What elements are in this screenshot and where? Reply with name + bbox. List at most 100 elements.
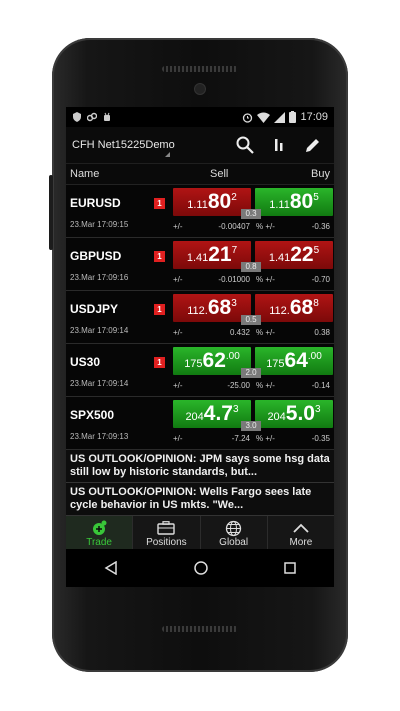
system-nav-bar [66,549,334,587]
sell-price-button[interactable]: 1.41 21 7 [173,241,251,269]
signal-icon [274,111,286,123]
app-screen: 17:09 CFH Net15225Demo Name Sell Buy EUR… [66,107,334,587]
pct-change-value: -0.70 [311,275,330,284]
buy-price-button[interactable]: 1.11 80 5 [255,188,333,216]
price-prefix: 1.11 [187,199,208,211]
sell-price-button[interactable]: 204 4.7 3 [173,400,251,428]
column-sell: Sell [210,168,229,180]
price-prefix: 1.41 [186,252,209,264]
price-prefix: 175 [184,358,203,370]
sell-price-button[interactable]: 175 62 .00 [173,347,251,375]
spread-badge: 0.5 [241,315,261,325]
price-pip: 8 [313,298,319,309]
quote-row[interactable]: GBPUSD 1 23.Mar 17:09:16 1.41 21 7 1.41 … [66,238,334,291]
change-value: -25.00 [227,381,250,390]
symbol-label: EURUSD [70,196,121,210]
shield-icon [73,112,81,122]
price-pip: .00 [307,351,322,362]
quote-row[interactable]: US30 1 23.Mar 17:09:14 175 62 .00 175 64… [66,344,334,397]
home-icon[interactable] [194,561,208,575]
chevron-up-icon [293,519,309,537]
front-camera [195,84,205,94]
news-headline[interactable]: US OUTLOOK/OPINION: Wells Fargo sees lat… [66,483,334,516]
price-big: 22 [290,243,314,266]
pct-change-label: % +/- [256,222,275,231]
symbol-label: SPX500 [70,408,115,422]
account-selector[interactable]: CFH Net15225Demo [70,139,228,157]
symbol-label: GBPUSD [70,249,122,263]
sell-price-button[interactable]: 112. 68 3 [173,294,251,322]
back-icon[interactable] [104,561,118,575]
column-buy: Buy [311,168,330,180]
alert-flag[interactable]: 1 [154,251,165,262]
price-big: 80 [207,190,232,213]
tab-label: Trade [86,537,112,548]
buy-price-button[interactable]: 1.41 22 5 [255,241,333,269]
bottom-tab-bar: Trade Positions Global More [66,515,334,550]
pct-change-value: -0.14 [311,381,330,390]
news-headline[interactable]: US OUTLOOK/OPINION: JPM says some hsg da… [66,450,334,483]
battery-icon [289,111,297,123]
tab-label: Positions [146,537,187,548]
globe-icon [225,519,242,537]
tab-more[interactable]: More [266,516,334,550]
chart-icon[interactable] [262,130,296,160]
buy-price-button[interactable]: 175 64 .00 [255,347,333,375]
alert-flag[interactable]: 1 [154,357,165,368]
status-bar: 17:09 [66,107,334,127]
pct-change-label: % +/- [256,381,275,390]
alert-flag[interactable]: 1 [154,198,165,209]
quote-list: EURUSD 1 23.Mar 17:09:15 1.11 80 2 1.11 … [66,185,334,450]
price-big: 21 [208,243,232,266]
pct-change-value: -0.35 [311,434,330,443]
quote-time: 23.Mar 17:09:13 [70,432,129,441]
price-big: 80 [289,190,314,213]
quote-row[interactable]: SPX500 23.Mar 17:09:13 204 4.7 3 204 5.0… [66,397,334,450]
trade-icon [90,519,108,537]
change-value: -0.01000 [218,275,250,284]
pct-change-value: -0.36 [311,222,330,231]
column-header: Name Sell Buy [66,164,334,185]
price-pip: 7 [231,245,238,256]
alert-flag[interactable]: 1 [154,304,165,315]
quote-time: 23.Mar 17:09:14 [70,326,129,335]
buy-price-button[interactable]: 112. 68 8 [255,294,333,322]
change-value: -7.24 [231,434,250,443]
price-big: 5.0 [285,402,315,425]
price-pip: 3 [233,404,239,415]
price-pip: 3 [315,404,321,415]
top-speaker [162,66,238,72]
price-pip: .00 [225,351,240,362]
change-label: +/- [173,381,183,390]
recents-icon[interactable] [284,562,296,574]
quote-time: 23.Mar 17:09:14 [70,379,129,388]
price-prefix: 204 [185,411,204,423]
sell-price-button[interactable]: 1.11 80 2 [173,188,251,216]
price-pip: 3 [231,298,237,309]
quote-time: 23.Mar 17:09:16 [70,273,129,282]
spread-badge: 0.8 [241,262,261,272]
price-big: 64 [284,349,308,372]
price-big: 4.7 [203,402,233,425]
status-time: 17:09 [300,111,328,123]
pct-change-label: % +/- [256,434,275,443]
price-pip: 5 [313,245,320,256]
search-icon[interactable] [228,130,262,160]
price-big: 68 [289,296,314,319]
price-prefix: 1.11 [269,199,290,211]
symbol-label: USDJPY [70,302,119,316]
change-label: +/- [173,222,183,231]
tab-trade[interactable]: Trade [66,516,133,550]
price-big: 68 [207,296,232,319]
quote-row[interactable]: EURUSD 1 23.Mar 17:09:15 1.11 80 2 1.11 … [66,185,334,238]
change-value: 0.432 [229,328,250,337]
quote-row[interactable]: USDJPY 1 23.Mar 17:09:14 112. 68 3 112. … [66,291,334,344]
spread-badge: 2.0 [241,368,261,378]
buy-price-button[interactable]: 204 5.0 3 [255,400,333,428]
change-label: +/- [173,434,183,443]
tab-global[interactable]: Global [199,516,267,550]
tab-positions[interactable]: Positions [132,516,199,550]
edit-icon[interactable] [296,130,330,160]
link-icon [87,112,97,122]
symbol-label: US30 [70,355,101,369]
